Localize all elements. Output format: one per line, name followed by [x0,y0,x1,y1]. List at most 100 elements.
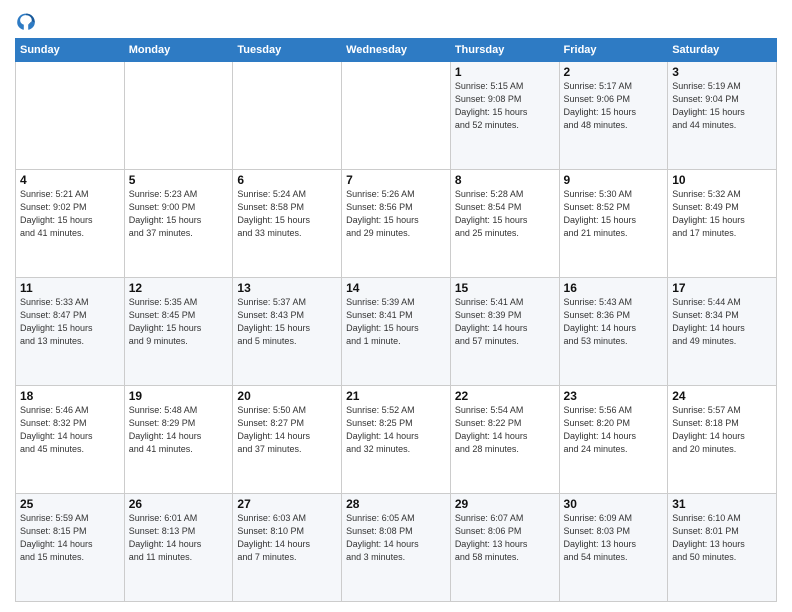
day-info: Sunrise: 5:15 AM Sunset: 9:08 PM Dayligh… [455,80,555,132]
day-cell-16: 16Sunrise: 5:43 AM Sunset: 8:36 PM Dayli… [559,278,668,386]
day-cell-8: 8Sunrise: 5:28 AM Sunset: 8:54 PM Daylig… [450,170,559,278]
day-info: Sunrise: 5:30 AM Sunset: 8:52 PM Dayligh… [564,188,664,240]
weekday-header-sunday: Sunday [16,39,125,62]
weekday-header-row: SundayMondayTuesdayWednesdayThursdayFrid… [16,39,777,62]
day-cell-11: 11Sunrise: 5:33 AM Sunset: 8:47 PM Dayli… [16,278,125,386]
day-info: Sunrise: 5:43 AM Sunset: 8:36 PM Dayligh… [564,296,664,348]
day-info: Sunrise: 5:56 AM Sunset: 8:20 PM Dayligh… [564,404,664,456]
calendar-table: SundayMondayTuesdayWednesdayThursdayFrid… [15,38,777,602]
day-cell-24: 24Sunrise: 5:57 AM Sunset: 8:18 PM Dayli… [668,386,777,494]
day-info: Sunrise: 5:17 AM Sunset: 9:06 PM Dayligh… [564,80,664,132]
day-number: 4 [20,173,120,187]
day-info: Sunrise: 5:48 AM Sunset: 8:29 PM Dayligh… [129,404,229,456]
day-cell-1: 1Sunrise: 5:15 AM Sunset: 9:08 PM Daylig… [450,62,559,170]
day-info: Sunrise: 5:37 AM Sunset: 8:43 PM Dayligh… [237,296,337,348]
day-number: 8 [455,173,555,187]
day-number: 28 [346,497,446,511]
day-info: Sunrise: 5:57 AM Sunset: 8:18 PM Dayligh… [672,404,772,456]
day-info: Sunrise: 5:32 AM Sunset: 8:49 PM Dayligh… [672,188,772,240]
day-cell-17: 17Sunrise: 5:44 AM Sunset: 8:34 PM Dayli… [668,278,777,386]
page: SundayMondayTuesdayWednesdayThursdayFrid… [0,0,792,612]
day-number: 7 [346,173,446,187]
weekday-header-tuesday: Tuesday [233,39,342,62]
day-number: 12 [129,281,229,295]
day-number: 10 [672,173,772,187]
day-info: Sunrise: 5:52 AM Sunset: 8:25 PM Dayligh… [346,404,446,456]
day-cell-5: 5Sunrise: 5:23 AM Sunset: 9:00 PM Daylig… [124,170,233,278]
day-number: 31 [672,497,772,511]
day-info: Sunrise: 6:07 AM Sunset: 8:06 PM Dayligh… [455,512,555,564]
day-number: 19 [129,389,229,403]
week-row-5: 25Sunrise: 5:59 AM Sunset: 8:15 PM Dayli… [16,494,777,602]
day-cell-18: 18Sunrise: 5:46 AM Sunset: 8:32 PM Dayli… [16,386,125,494]
day-info: Sunrise: 5:26 AM Sunset: 8:56 PM Dayligh… [346,188,446,240]
weekday-header-wednesday: Wednesday [342,39,451,62]
day-info: Sunrise: 6:10 AM Sunset: 8:01 PM Dayligh… [672,512,772,564]
day-info: Sunrise: 6:03 AM Sunset: 8:10 PM Dayligh… [237,512,337,564]
logo [15,10,41,32]
day-cell-15: 15Sunrise: 5:41 AM Sunset: 8:39 PM Dayli… [450,278,559,386]
day-info: Sunrise: 5:46 AM Sunset: 8:32 PM Dayligh… [20,404,120,456]
day-cell-4: 4Sunrise: 5:21 AM Sunset: 9:02 PM Daylig… [16,170,125,278]
day-number: 9 [564,173,664,187]
day-info: Sunrise: 5:59 AM Sunset: 8:15 PM Dayligh… [20,512,120,564]
day-cell-26: 26Sunrise: 6:01 AM Sunset: 8:13 PM Dayli… [124,494,233,602]
day-cell-29: 29Sunrise: 6:07 AM Sunset: 8:06 PM Dayli… [450,494,559,602]
day-info: Sunrise: 5:44 AM Sunset: 8:34 PM Dayligh… [672,296,772,348]
day-number: 23 [564,389,664,403]
empty-cell [233,62,342,170]
day-number: 5 [129,173,229,187]
weekday-header-monday: Monday [124,39,233,62]
day-cell-12: 12Sunrise: 5:35 AM Sunset: 8:45 PM Dayli… [124,278,233,386]
empty-cell [16,62,125,170]
day-info: Sunrise: 5:19 AM Sunset: 9:04 PM Dayligh… [672,80,772,132]
day-cell-22: 22Sunrise: 5:54 AM Sunset: 8:22 PM Dayli… [450,386,559,494]
week-row-2: 4Sunrise: 5:21 AM Sunset: 9:02 PM Daylig… [16,170,777,278]
day-number: 6 [237,173,337,187]
day-cell-9: 9Sunrise: 5:30 AM Sunset: 8:52 PM Daylig… [559,170,668,278]
day-cell-3: 3Sunrise: 5:19 AM Sunset: 9:04 PM Daylig… [668,62,777,170]
day-number: 20 [237,389,337,403]
week-row-3: 11Sunrise: 5:33 AM Sunset: 8:47 PM Dayli… [16,278,777,386]
weekday-header-friday: Friday [559,39,668,62]
day-number: 1 [455,65,555,79]
day-cell-21: 21Sunrise: 5:52 AM Sunset: 8:25 PM Dayli… [342,386,451,494]
day-number: 2 [564,65,664,79]
day-cell-10: 10Sunrise: 5:32 AM Sunset: 8:49 PM Dayli… [668,170,777,278]
week-row-4: 18Sunrise: 5:46 AM Sunset: 8:32 PM Dayli… [16,386,777,494]
day-cell-28: 28Sunrise: 6:05 AM Sunset: 8:08 PM Dayli… [342,494,451,602]
day-number: 25 [20,497,120,511]
day-cell-25: 25Sunrise: 5:59 AM Sunset: 8:15 PM Dayli… [16,494,125,602]
day-info: Sunrise: 6:05 AM Sunset: 8:08 PM Dayligh… [346,512,446,564]
day-info: Sunrise: 5:54 AM Sunset: 8:22 PM Dayligh… [455,404,555,456]
day-cell-20: 20Sunrise: 5:50 AM Sunset: 8:27 PM Dayli… [233,386,342,494]
day-cell-6: 6Sunrise: 5:24 AM Sunset: 8:58 PM Daylig… [233,170,342,278]
day-number: 27 [237,497,337,511]
weekday-header-saturday: Saturday [668,39,777,62]
day-info: Sunrise: 5:23 AM Sunset: 9:00 PM Dayligh… [129,188,229,240]
day-cell-23: 23Sunrise: 5:56 AM Sunset: 8:20 PM Dayli… [559,386,668,494]
day-number: 16 [564,281,664,295]
day-number: 30 [564,497,664,511]
day-cell-14: 14Sunrise: 5:39 AM Sunset: 8:41 PM Dayli… [342,278,451,386]
day-info: Sunrise: 6:01 AM Sunset: 8:13 PM Dayligh… [129,512,229,564]
day-number: 14 [346,281,446,295]
logo-icon [15,10,37,32]
weekday-header-thursday: Thursday [450,39,559,62]
day-info: Sunrise: 5:33 AM Sunset: 8:47 PM Dayligh… [20,296,120,348]
day-cell-13: 13Sunrise: 5:37 AM Sunset: 8:43 PM Dayli… [233,278,342,386]
header [15,10,777,32]
day-info: Sunrise: 5:35 AM Sunset: 8:45 PM Dayligh… [129,296,229,348]
day-number: 3 [672,65,772,79]
day-number: 18 [20,389,120,403]
day-info: Sunrise: 6:09 AM Sunset: 8:03 PM Dayligh… [564,512,664,564]
day-number: 13 [237,281,337,295]
day-info: Sunrise: 5:41 AM Sunset: 8:39 PM Dayligh… [455,296,555,348]
day-number: 24 [672,389,772,403]
day-info: Sunrise: 5:24 AM Sunset: 8:58 PM Dayligh… [237,188,337,240]
day-number: 11 [20,281,120,295]
day-number: 22 [455,389,555,403]
day-info: Sunrise: 5:39 AM Sunset: 8:41 PM Dayligh… [346,296,446,348]
day-number: 17 [672,281,772,295]
day-number: 21 [346,389,446,403]
